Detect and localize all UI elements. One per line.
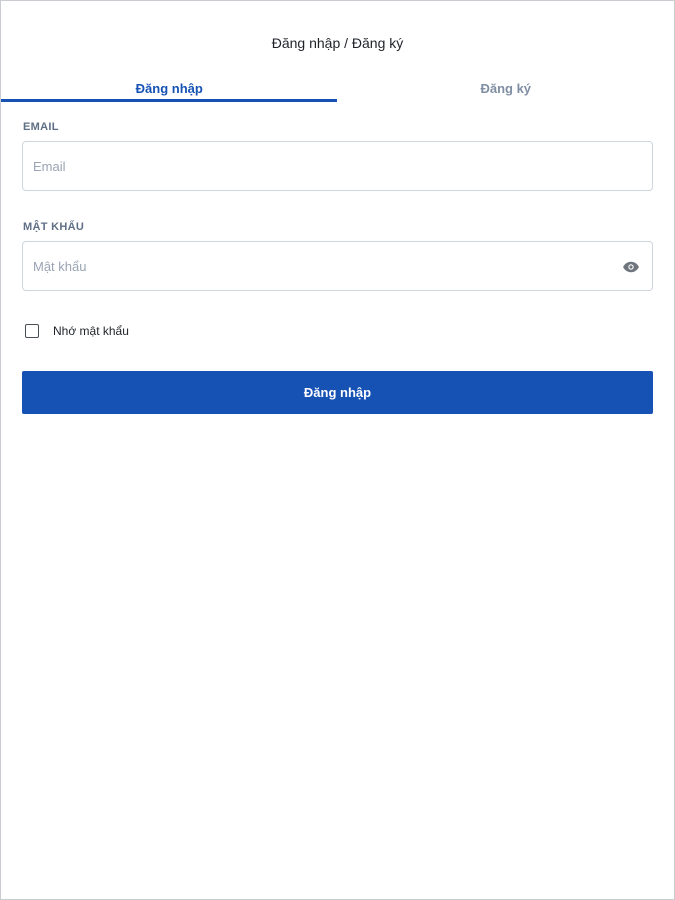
- remember-checkbox[interactable]: [25, 324, 39, 338]
- tab-register[interactable]: Đăng ký: [338, 77, 675, 101]
- remember-row: Nhớ mật khẩu: [25, 324, 654, 338]
- page-header: Đăng nhập / Đăng ký: [1, 1, 674, 87]
- auth-tabs: Đăng nhập Đăng ký: [1, 77, 675, 102]
- email-field-box: [22, 141, 653, 191]
- email-label: EMAIL: [23, 121, 59, 133]
- password-field-box: [22, 241, 653, 291]
- tab-login[interactable]: Đăng nhập: [1, 77, 338, 101]
- eye-icon[interactable]: [622, 258, 640, 276]
- password-input[interactable]: [23, 242, 652, 290]
- active-tab-indicator: [1, 99, 337, 102]
- remember-label[interactable]: Nhớ mật khẩu: [53, 324, 129, 338]
- password-label: MẬT KHẨU: [23, 221, 85, 233]
- email-input[interactable]: [23, 142, 652, 190]
- page-title: Đăng nhập / Đăng ký: [271, 35, 404, 51]
- field-spacer: [22, 191, 654, 221]
- app-window: Đăng nhập / Đăng ký Đăng nhập Đăng ký EM…: [0, 0, 675, 900]
- login-button[interactable]: Đăng nhập: [22, 371, 653, 414]
- login-form: EMAIL MẬT KHẨU Nhớ mật khẩu Đăng nhập: [1, 101, 674, 414]
